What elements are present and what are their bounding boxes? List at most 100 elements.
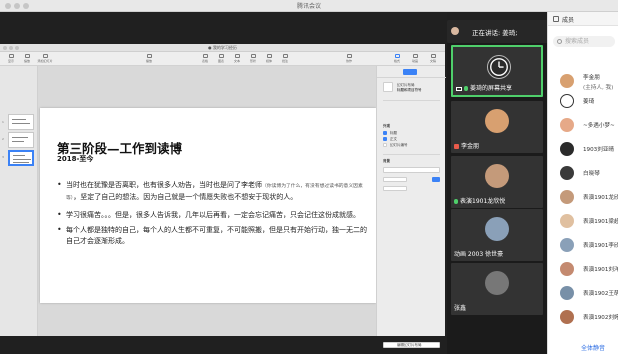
avatar xyxy=(485,271,509,295)
participant-item[interactable]: 白晓琴 xyxy=(548,162,618,184)
participant-item[interactable]: 李金朋 (主持人, 我) xyxy=(548,70,618,92)
member-search xyxy=(553,36,615,47)
avatar xyxy=(485,217,509,241)
toolbar-format-button: 格式 xyxy=(388,54,406,63)
video-tile[interactable]: 动画 2003 徐世豪 xyxy=(451,209,543,261)
participant-item[interactable]: 表演1901刘洋 xyxy=(548,258,618,280)
participant-name: 表演1901梁超 xyxy=(583,219,618,225)
window-title: 腾讯会议 xyxy=(296,3,321,10)
participant-name: ~多遇小梦~ xyxy=(583,123,615,129)
participant-item[interactable]: 姜琦 xyxy=(548,90,618,112)
toolbar-play-button: 播放 xyxy=(140,54,158,63)
animate-icon xyxy=(412,54,418,58)
thumb-line xyxy=(12,119,26,120)
mic-on-icon xyxy=(454,199,458,204)
clock-avatar-icon xyxy=(487,55,511,79)
avatar xyxy=(560,190,574,204)
mic-muted-icon xyxy=(454,144,459,149)
inspector-divider xyxy=(383,154,440,155)
keynote-titlebar: ● 我的学习经历 xyxy=(0,44,445,52)
slide-thumb-number: 3 xyxy=(2,155,4,159)
background-type-select xyxy=(383,177,407,182)
participant-panel: 成员 李金朋 (主持人, 我) 姜琦 ~多遇小梦~ 1903刘亚晴 白晓琴 表演… xyxy=(547,12,618,354)
window-titlebar: 腾讯会议 xyxy=(0,0,618,12)
participant-name: 表演1901刘洋 xyxy=(583,267,618,273)
speaker-avatar-icon xyxy=(451,27,459,35)
avatar xyxy=(560,214,574,228)
layout-value: 标题和项目符号 xyxy=(397,88,422,92)
slide-thumbnail xyxy=(8,132,34,148)
participant-name: 李金朋 xyxy=(583,75,600,81)
avatar xyxy=(485,109,509,133)
thumb-line xyxy=(12,137,28,138)
participant-name: 白晓琴 xyxy=(583,171,600,177)
zoom-icon xyxy=(24,54,30,58)
text-icon xyxy=(234,54,240,58)
slide-bullet: 每个人都是独特的自己，每个人的人生都不可重复，不可能照搬，但是只有开始行动，独一… xyxy=(57,225,367,246)
layout-preview xyxy=(383,82,393,92)
toolbar-document-button: 文稿 xyxy=(424,54,442,63)
participant-item[interactable]: 表演1901龙欣悦 xyxy=(548,186,618,208)
slide-number-checkbox xyxy=(383,143,387,147)
tile-name: 动画 2003 徐世豪 xyxy=(454,251,504,258)
keynote-toolbar: 显示 缩放 添加幻灯片 播放 表格 图表 文本 形状 媒体 批注 协作 格式 动… xyxy=(0,52,445,66)
slide: 第三阶段—工作到读博 2018-至今 当时也在犹豫是否离职，也有很多人劝告，当时… xyxy=(40,108,376,303)
slide-bullet-list: 当时也在犹豫是否离职，也有很多人劝告，当时也是问了李老师（你读博为了什么，有没有… xyxy=(57,180,367,251)
video-tile[interactable]: 李金朋 xyxy=(451,101,543,153)
keynote-doc-title: ● 我的学习经历 xyxy=(208,45,237,50)
clock-avatar-icon xyxy=(560,94,574,108)
participant-name: 表演1901李欣 xyxy=(583,243,618,249)
format-icon xyxy=(394,54,400,58)
thumb-line xyxy=(13,155,25,156)
avatar xyxy=(560,238,574,252)
thumb-line xyxy=(13,159,31,160)
participant-item[interactable]: 表演1901李欣 xyxy=(548,234,618,256)
participant-item[interactable]: 1903刘亚晴 xyxy=(548,138,618,160)
avatar xyxy=(560,286,574,300)
video-tile[interactable]: 张鑫 xyxy=(451,263,543,315)
title-option-label: 标题 xyxy=(390,131,397,135)
slide-bullet: 学习很痛苦。。。但是，很多人告诉我，几年以后再看，一定会忘记痛苦，只会记住这份成… xyxy=(57,210,367,221)
thumb-line xyxy=(12,123,30,124)
participant-name: 表演1902王萌 xyxy=(583,291,618,297)
collaborate-icon xyxy=(346,54,352,58)
panel-header: 成员 xyxy=(548,12,618,26)
shared-screen: ● 我的学习经历 显示 缩放 添加幻灯片 播放 表格 图表 文本 形状 媒体 批… xyxy=(0,12,447,354)
mute-all-button[interactable]: 全体静音 xyxy=(581,343,605,352)
background-color-well xyxy=(432,177,440,182)
tile-name: 姜琦的屏幕共享 xyxy=(456,83,512,92)
add-slide-icon xyxy=(42,54,48,58)
tile-name: 李金朋 xyxy=(454,141,479,150)
title-checkbox xyxy=(383,131,387,135)
video-tile-screen-share[interactable]: 姜琦的屏幕共享 xyxy=(451,45,543,97)
slide-thumb-number: 1 xyxy=(2,120,4,124)
avatar xyxy=(560,118,574,132)
background-style-select xyxy=(383,186,407,191)
body-checkbox xyxy=(383,137,387,141)
avatar xyxy=(560,142,574,156)
shape-icon xyxy=(250,54,256,58)
participant-item[interactable]: 表演1901梁超 xyxy=(548,210,618,232)
keynote-window: ● 我的学习经历 显示 缩放 添加幻灯片 播放 表格 图表 文本 形状 媒体 批… xyxy=(0,44,446,348)
search-input[interactable] xyxy=(565,37,613,46)
avatar xyxy=(560,310,574,324)
toolbar-comment-button: 批注 xyxy=(276,54,294,63)
avatar xyxy=(560,166,574,180)
participant-name: 表演1902刘婷 xyxy=(583,315,618,321)
edit-layout-label: 编辑幻灯片布局 xyxy=(397,343,422,347)
slide-subtitle: 2018-至今 xyxy=(57,155,94,163)
background-heading: 背景 xyxy=(383,159,390,163)
search-icon xyxy=(557,39,562,44)
video-tile[interactable]: 表演1901龙欣悦 xyxy=(451,156,543,208)
avatar xyxy=(485,164,509,188)
panel-title: 成员 xyxy=(562,17,575,24)
members-icon xyxy=(553,16,559,22)
slide-canvas: 第三阶段—工作到读博 2018-至今 当时也在犹豫是否离职，也有很多人劝告，当时… xyxy=(38,66,376,336)
participant-item[interactable]: ~多遇小梦~ xyxy=(548,114,618,136)
document-icon xyxy=(430,54,436,58)
toolbar-animate-button: 动画 xyxy=(406,54,424,63)
format-inspector: 幻灯片布局 标题和项目符号 外观 标题 正文 幻灯片编号 背景 编辑幻灯片布局 xyxy=(376,66,446,348)
participant-item[interactable]: 表演1902刘婷 xyxy=(548,306,618,328)
thumb-line xyxy=(12,141,24,142)
participant-item[interactable]: 表演1902王萌 xyxy=(548,282,618,304)
